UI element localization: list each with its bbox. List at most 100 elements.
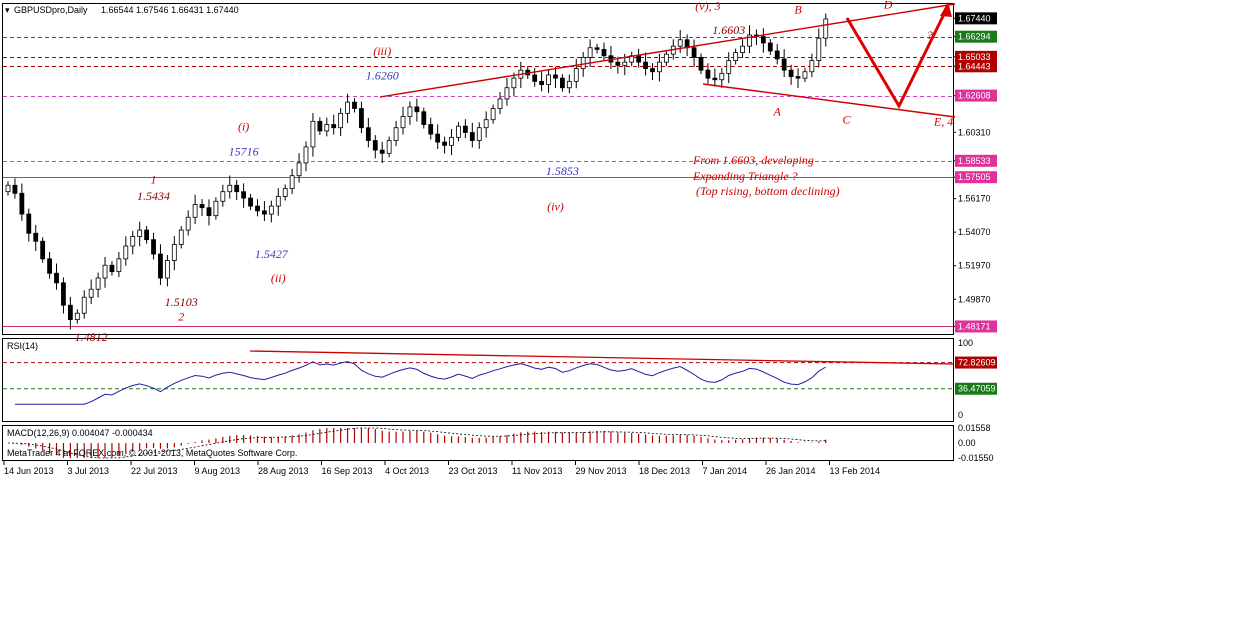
candle-down — [643, 61, 648, 69]
candle-up — [546, 74, 551, 85]
candle-down — [705, 69, 711, 79]
date-tick-label: 18 Dec 2013 — [639, 466, 690, 476]
candle-down — [781, 58, 787, 71]
price-tag-label: 1.64443 — [958, 61, 991, 71]
candle-up — [102, 264, 108, 279]
candle-down — [365, 127, 371, 141]
date-tick-label: 14 Jun 2013 — [4, 466, 54, 476]
candle-up — [677, 39, 683, 47]
candle-up — [338, 112, 344, 129]
candle-down — [435, 133, 441, 143]
wave-annotation: 1.5853 — [546, 164, 579, 178]
candle-down — [428, 124, 434, 135]
candle-up — [580, 56, 586, 69]
price-tag-label: 1.62608 — [958, 91, 991, 101]
candle-up — [809, 60, 815, 73]
candle-down — [442, 141, 447, 146]
candle-down — [532, 74, 538, 82]
candle-down — [109, 264, 115, 273]
price-tag-label: 1.48171 — [958, 321, 991, 331]
candle-up — [719, 72, 725, 81]
price-tag-label: 1.66294 — [958, 32, 991, 42]
date-tick-label: 29 Nov 2013 — [576, 466, 627, 476]
candle-up — [386, 140, 392, 154]
candle-down — [636, 55, 642, 63]
candle-down — [67, 304, 73, 321]
candle-down — [359, 108, 364, 129]
candle-down — [61, 282, 66, 306]
candle-up — [268, 205, 274, 215]
rsi-level-tag-label: 72.82609 — [958, 358, 996, 368]
candle-up — [213, 200, 219, 217]
rsi-level-tag-label: 36.47059 — [958, 384, 996, 394]
candle-down — [462, 125, 468, 133]
candle-up — [227, 184, 233, 193]
candle-up — [726, 60, 732, 74]
candle-down — [539, 80, 545, 85]
date-tick-label: 7 Jan 2014 — [703, 466, 748, 476]
note-line-1: From 1.6603, developing — [692, 153, 814, 167]
wave-annotation: B — [794, 2, 802, 16]
candle-up — [310, 120, 316, 148]
wave-annotation: (iii) — [373, 44, 391, 58]
candle-up — [116, 258, 122, 273]
candle-down — [40, 240, 46, 260]
candle-down — [469, 132, 475, 141]
candle-up — [81, 296, 87, 314]
rsi-label: RSI(14) — [7, 341, 38, 351]
note-line-2: Expanding Triangle ? — [692, 169, 798, 183]
candle-up — [303, 146, 309, 164]
wave-annotation: (v), 3 — [695, 0, 720, 13]
candle-down — [248, 197, 253, 207]
wave-annotation: 1.5103 — [165, 295, 198, 309]
candle-down — [144, 229, 150, 241]
wave-annotation: 2 — [178, 309, 184, 323]
candle-up — [657, 61, 662, 73]
candle-up — [490, 108, 496, 121]
wave-annotation: 1.5434 — [137, 189, 170, 203]
candle-down — [594, 47, 600, 50]
candle-down — [560, 77, 565, 89]
candle-down — [158, 253, 163, 279]
candle-up — [400, 116, 406, 129]
chart-title-icon: ▾ — [5, 5, 10, 15]
candle-up — [802, 71, 808, 79]
candle-down — [262, 210, 267, 215]
price-tick-label: 1.54070 — [958, 227, 991, 237]
platform-credit: MetaTrader 4 at FOREX.com, © 2001-2013, … — [7, 448, 297, 458]
candle-up — [740, 45, 745, 53]
chart-canvas: (v), 3 1.6603 B D (iii) 1.6260 (i) 15716 1.5853 (… — [2, 0, 997, 476]
date-tick-label: 23 Oct 2013 — [449, 466, 498, 476]
candle-down — [553, 74, 558, 79]
candle-up — [130, 236, 136, 247]
candle-up — [511, 77, 517, 89]
candle-down — [33, 232, 39, 242]
candle-up — [185, 216, 191, 231]
date-tick-label: 9 Aug 2013 — [195, 466, 241, 476]
macd-axis-label: 0.00 — [958, 438, 976, 448]
price-tag-label: 1.67440 — [958, 13, 991, 23]
wave-annotation: A — [773, 105, 782, 119]
candle-up — [137, 229, 143, 237]
candle-down — [241, 191, 247, 199]
candle-up — [5, 184, 11, 193]
candle-up — [220, 191, 226, 202]
date-tick-label: 13 Feb 2014 — [830, 466, 881, 476]
candle-up — [95, 277, 101, 290]
candle-down — [414, 106, 420, 113]
rsi-panel-frame — [2, 338, 954, 422]
candle-down — [615, 61, 621, 66]
candle-up — [275, 196, 281, 207]
wave-annotation: 1.6603 — [712, 23, 745, 37]
candle-up — [622, 61, 628, 66]
price-tag-label: 1.58533 — [958, 156, 991, 166]
candle-down — [54, 272, 59, 284]
candle-down — [372, 140, 378, 151]
price-tick-label: 1.60310 — [958, 127, 991, 137]
candle-down — [26, 213, 32, 234]
macd-axis-label: 0.01558 — [958, 423, 991, 433]
candle-up — [164, 260, 170, 279]
candle-up — [282, 188, 288, 197]
price-tags: 1.674401.662941.650331.644431.626081.585… — [955, 12, 997, 333]
price-tick-label: 1.56170 — [958, 194, 991, 204]
